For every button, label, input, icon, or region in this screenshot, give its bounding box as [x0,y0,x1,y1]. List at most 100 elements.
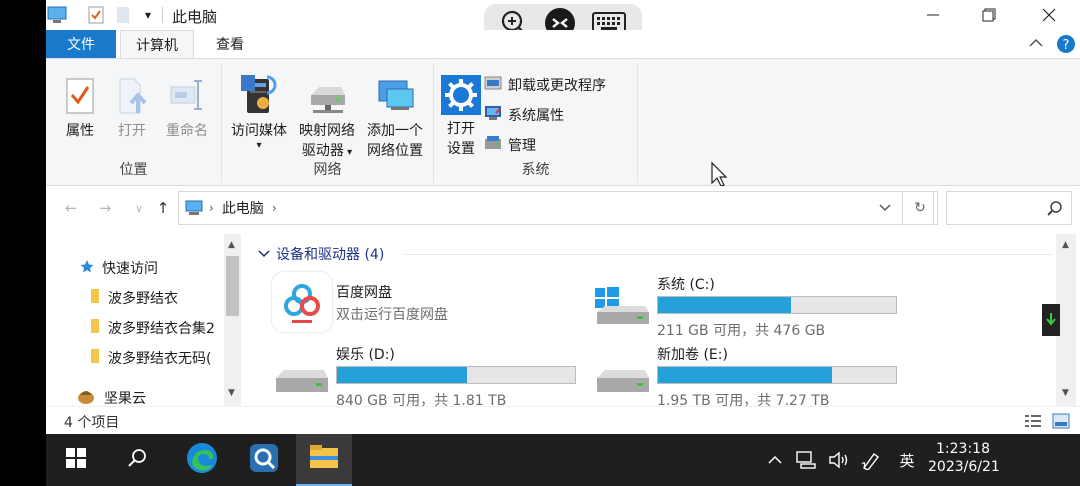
show-hidden-icons-icon[interactable] [764,448,786,472]
customize-quick-access-icon[interactable]: ▾ [140,5,156,25]
manage-label: 管理 [508,138,536,154]
breadcrumb-chevron-icon[interactable]: › [272,201,277,215]
nav-jianguoyun[interactable]: 坚果云 [76,386,146,406]
new-folder-quick-icon[interactable] [114,5,132,25]
nav-quick-access-label: 快速访问 [102,261,158,277]
taskbar: 英 1:23:18 2023/6/21 [46,434,1080,486]
side-panel-tab[interactable] [1042,304,1060,336]
close-button[interactable] [1026,0,1072,30]
nav-scroll-thumb[interactable] [226,256,239,316]
breadcrumb-this-pc[interactable]: 此电脑 [222,198,264,218]
open-button[interactable]: 打开 [110,71,154,141]
input-method-indicator[interactable]: 英 [892,448,922,472]
drive-d[interactable]: 娱乐 (D:) 840 GB 可用，共 1.81 TB [270,344,590,409]
magnifier-app-icon [248,442,280,478]
ribbon-group-network: 访问媒体 ▾ 映射网络 驱动器 ▾ 添加一个 网络位置 网络 [222,63,434,183]
ribbon-group-label-network: 网络 [313,162,342,178]
this-pc-icon [185,200,203,216]
help-icon[interactable]: ? [1056,34,1076,58]
nav-folder-label: 波多野结衣 [108,291,178,307]
drive-e[interactable]: 新加卷 (E:) 1.95 TB 可用，共 7.27 TB [591,344,911,409]
explorer-taskbar-button[interactable] [296,434,352,486]
search-app-taskbar-button[interactable] [238,434,290,486]
nav-quick-access[interactable]: 快速访问 [80,256,158,280]
ribbon-group-system: 打开 设置 卸载或更改程序 系统属性 管理 系统 [434,63,638,183]
access-media-button[interactable]: 访问媒体 ▾ [226,71,292,151]
tab-computer[interactable]: 计算机 [120,30,194,58]
drive-subtitle: 双击运行百度网盘 [336,307,448,323]
nav-scrollbar[interactable]: ▲ ▼ [224,234,241,406]
jianguoyun-icon [76,387,96,406]
uninstall-label: 卸载或更改程序 [508,78,606,94]
folder-icon [90,348,100,368]
uninstall-program-button[interactable]: 卸载或更改程序 [484,73,606,97]
nav-jianguoyun-label: 坚果云 [104,391,146,406]
search-icon [1047,200,1063,220]
hard-drive-icon [593,368,653,400]
open-settings-button[interactable]: 打开 设置 [440,71,482,159]
back-arrow-icon[interactable]: ← [60,198,82,218]
tab-view[interactable]: 查看 [198,30,262,58]
group-divider [404,254,1054,255]
nav-folder-item[interactable]: 波多野结衣合集2 [90,316,215,340]
search-taskbar-button[interactable] [112,434,162,486]
restore-button[interactable] [966,0,1012,30]
rename-button[interactable]: 重命名 [158,71,216,141]
explorer-window: ▾ 此电脑 文件 计算机 查看 ? 属性 打开 重命名 位置 访问媒体 ▾ 映射… [46,0,1080,486]
system-clock[interactable]: 1:23:18 2023/6/21 [928,440,1000,476]
devices-group-header[interactable]: 设备和驱动器 (4) [258,244,384,264]
up-arrow-icon[interactable]: ↑ [152,198,174,218]
nav-folder-item[interactable]: 波多野结衣 [90,286,178,310]
minimize-button[interactable] [910,0,956,30]
nav-folder-item[interactable]: 波多野结衣无码( [90,346,211,370]
tab-file[interactable]: 文件 [46,30,116,58]
properties-quick-icon[interactable] [86,5,106,25]
svg-text:?: ? [1063,38,1070,53]
add-network-location-button[interactable]: 添加一个 网络位置 [362,71,428,161]
scroll-down-icon[interactable]: ▼ [228,388,235,398]
collapse-ribbon-icon[interactable] [1028,36,1044,54]
details-view-icon[interactable] [1024,413,1042,433]
map-network-drive-button[interactable]: 映射网络 驱动器 ▾ [294,71,360,163]
address-dropdown-icon[interactable] [879,200,891,216]
drive-baidu[interactable]: 百度网盘 双击运行百度网盘 [270,270,570,334]
ribbon-group-location: 属性 打开 重命名 位置 [46,63,222,183]
drive-usage-fill [658,297,791,313]
star-icon [80,259,94,277]
system-properties-icon [484,105,502,125]
drive-usage-bar [657,296,897,314]
manage-button[interactable]: 管理 [484,133,536,157]
refresh-icon: ↻ [914,200,926,216]
properties-button[interactable]: 属性 [58,71,102,141]
chevron-down-icon [258,246,270,262]
system-properties-button[interactable]: 系统属性 [484,103,564,127]
nav-folder-label: 波多野结衣无码( [108,351,212,367]
download-arrow-icon [1046,312,1056,330]
refresh-button[interactable]: ↻ [902,191,938,225]
large-icons-view-icon[interactable] [1052,413,1070,433]
clock-time: 1:23:18 [936,441,990,457]
address-row: ← → ∨ ↑ › 此电脑 › ↻ [46,186,1080,230]
ribbon-tabs: 文件 计算机 查看 ? [46,30,1080,58]
drive-name: 新加卷 (E:) [657,347,728,363]
network-icon[interactable] [794,448,820,472]
start-button[interactable] [46,434,106,486]
settings-gear-icon [440,71,482,115]
volume-icon[interactable] [826,448,852,472]
scroll-down-icon[interactable]: ▼ [1062,388,1069,398]
scroll-up-icon[interactable]: ▲ [1062,240,1069,250]
title-bar: ▾ 此电脑 [46,0,1080,46]
ribbon-group-label-system: 系统 [521,162,550,178]
scroll-up-icon[interactable]: ▲ [228,240,235,250]
drive-info: 211 GB 可用，共 476 GB [657,323,826,339]
item-count: 4 个项目 [64,415,120,431]
edge-taskbar-button[interactable] [174,434,230,486]
open-settings-label-line2: 设置 [447,141,475,157]
navigation-pane: 快速访问 波多野结衣 波多野结衣合集2 波多野结衣无码( 坚果云 [46,232,244,406]
address-bar[interactable]: › 此电脑 › [178,191,934,225]
recent-locations-icon[interactable]: ∨ [128,198,150,218]
search-input[interactable] [946,191,1072,225]
drive-c[interactable]: 系统 (C:) 211 GB 可用，共 476 GB [591,274,911,339]
forward-arrow-icon[interactable]: → [94,198,116,218]
pen-icon[interactable] [858,448,884,472]
